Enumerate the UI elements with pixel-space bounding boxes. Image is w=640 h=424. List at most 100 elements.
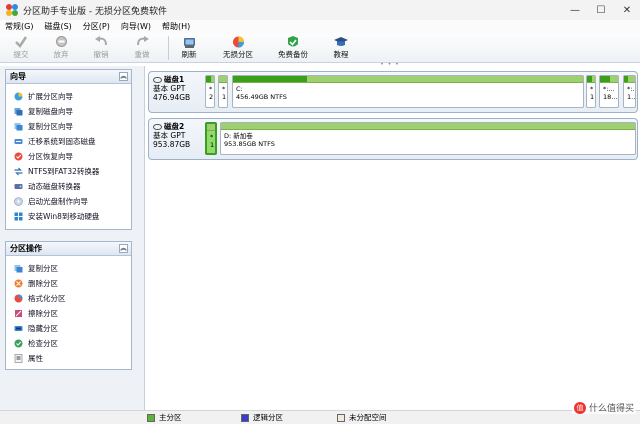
- disk-1-size: 476.94GB: [153, 93, 191, 102]
- disk-1-row[interactable]: 磁盘1 基本 GPT 476.94GB * 2 * 1 C: 456.49GB NTF…: [148, 71, 638, 113]
- op-properties[interactable]: 属性: [6, 351, 131, 366]
- recover-partition-icon: [14, 152, 23, 161]
- lossless-partition-button[interactable]: 无损分区: [218, 34, 258, 60]
- hide-partition-icon: [14, 324, 23, 333]
- redo-button[interactable]: 重做: [129, 34, 155, 60]
- wizard-item-label: 迁移系统到固态磁盘: [28, 137, 96, 146]
- wipe-partition-icon: [14, 309, 23, 318]
- partition-letter: *: [590, 85, 594, 93]
- op-label: 检查分区: [28, 339, 58, 348]
- legend-unallocated-label: 未分配空间: [349, 413, 387, 422]
- wizard-item-dynamic-disk[interactable]: 动态磁盘转换器: [6, 179, 131, 194]
- undo-icon: [94, 34, 109, 49]
- legend-primary: 主分区: [147, 412, 182, 423]
- backup-icon: [285, 34, 301, 49]
- discard-button[interactable]: 放弃: [48, 34, 74, 60]
- wizard-item-recover-partition[interactable]: 分区恢复向导: [6, 149, 131, 164]
- redo-icon: [135, 34, 150, 49]
- minimize-button[interactable]: —: [562, 0, 588, 20]
- usage-bar: [207, 124, 215, 131]
- disk-2-partition-selected[interactable]: * 1: [205, 122, 217, 155]
- wizard-panel-title: 向导: [10, 72, 26, 81]
- menu-disk[interactable]: 磁盘(S): [44, 21, 71, 32]
- disk-2-row[interactable]: 磁盘2 基本 GPT 953.87GB * 1 D: 新加卷 953.85GB NT…: [148, 118, 638, 160]
- menu-general[interactable]: 常规(G): [5, 21, 33, 32]
- wizard-item-win8-to-go[interactable]: 安装Win8到移动硬盘: [6, 209, 131, 224]
- disk-1-partition-c[interactable]: C: 456.49GB NTFS: [232, 75, 584, 108]
- op-hide-partition[interactable]: 隐藏分区: [6, 321, 131, 336]
- op-copy-partition[interactable]: 复制分区: [6, 261, 131, 276]
- op-label: 删除分区: [28, 279, 58, 288]
- disk-1-partition[interactable]: *:... 18...: [599, 75, 619, 108]
- refresh-button[interactable]: 刷新: [176, 34, 202, 60]
- wizard-item-ntfs-fat32[interactable]: NTFS到FAT32转换器: [6, 164, 131, 179]
- copy-partition-icon: [14, 264, 23, 273]
- usage-bar: [206, 76, 214, 83]
- app-logo-icon: [6, 4, 18, 16]
- op-label: 格式化分区: [28, 294, 66, 303]
- menu-bar: 常规(G) 磁盘(S) 分区(P) 向导(W) 帮助(H): [0, 20, 640, 33]
- dynamic-disk-icon: [14, 182, 23, 191]
- legend-logical-label: 逻辑分区: [253, 413, 283, 422]
- disk-1-type: 基本 GPT: [153, 84, 186, 93]
- commit-button[interactable]: 提交: [8, 34, 34, 60]
- partition-size: 1...: [627, 93, 635, 101]
- op-label: 擦除分区: [28, 309, 58, 318]
- tutorial-button[interactable]: 教程: [326, 34, 356, 60]
- disk-2-info: 磁盘2 基本 GPT 953.87GB: [153, 122, 190, 149]
- disk-1-partition[interactable]: *:...1...: [623, 75, 636, 108]
- usage-bar: [233, 76, 583, 83]
- free-backup-button[interactable]: 免费备份: [273, 34, 313, 60]
- op-check-partition[interactable]: 检查分区: [6, 336, 131, 351]
- disk-2-partition-d[interactable]: D: 新加卷 953.85GB NTFS: [220, 122, 636, 155]
- legend-primary-label: 主分区: [159, 413, 182, 422]
- usage-fill: [587, 76, 592, 82]
- check-partition-icon: [14, 339, 23, 348]
- watermark-text: 什么值得买: [588, 404, 634, 414]
- wizard-item-boot-cd[interactable]: 启动光盘制作向导: [6, 194, 131, 209]
- usage-bar: [600, 76, 618, 83]
- watermark-logo-icon: 值: [573, 401, 586, 414]
- collapse-chevron-icon[interactable]: ︽: [119, 244, 128, 253]
- menu-partition[interactable]: 分区(P): [83, 21, 110, 32]
- disk-1-info: 磁盘1 基本 GPT 476.94GB: [153, 75, 190, 102]
- op-delete-partition[interactable]: 删除分区: [6, 276, 131, 291]
- partition-size: 1: [590, 93, 595, 101]
- disk-1-partition[interactable]: * 2: [205, 75, 215, 108]
- legend-logical: 逻辑分区: [241, 412, 283, 423]
- menu-help[interactable]: 帮助(H): [162, 21, 190, 32]
- disk-1-partition[interactable]: * 1: [586, 75, 596, 108]
- op-label: 复制分区: [28, 264, 58, 273]
- wizard-panel-header[interactable]: 向导 ︽: [6, 70, 131, 84]
- ops-panel-title: 分区操作: [10, 244, 42, 253]
- primary-swatch: [147, 413, 155, 422]
- convert-icon: [14, 167, 23, 176]
- partition-size: 2: [209, 93, 214, 101]
- close-button[interactable]: ✕: [614, 0, 640, 20]
- wizard-item-copy-disk[interactable]: 复制磁盘向导: [6, 104, 131, 119]
- menu-wizard[interactable]: 向导(W): [121, 21, 151, 32]
- partition-letter: C:: [236, 85, 243, 93]
- migrate-ssd-icon: [14, 137, 23, 146]
- wizard-item-label: 分区恢复向导: [28, 152, 73, 161]
- delete-partition-icon: [14, 279, 23, 288]
- disk-icon: [153, 76, 162, 83]
- wizard-item-extend-partition[interactable]: 扩展分区向导: [6, 89, 131, 104]
- refresh-icon: [182, 34, 197, 49]
- op-wipe-partition[interactable]: 擦除分区: [6, 306, 131, 321]
- maximize-button[interactable]: ☐: [588, 0, 614, 20]
- usage-fill: [206, 76, 211, 82]
- disk-2-name: 磁盘2: [164, 122, 185, 131]
- undo-button[interactable]: 撤销: [88, 34, 114, 60]
- collapse-chevron-icon[interactable]: ︽: [119, 72, 128, 81]
- wizard-item-label: 扩展分区向导: [28, 92, 73, 101]
- wizard-item-copy-partition[interactable]: 复制分区向导: [6, 119, 131, 134]
- copy-partition-icon: [14, 122, 23, 131]
- ops-panel-header[interactable]: 分区操作 ︽: [6, 242, 131, 256]
- usage-bar: [221, 123, 635, 130]
- wizard-item-migrate-ssd[interactable]: 迁移系统到固态磁盘: [6, 134, 131, 149]
- title-bar: 分区助手专业版 - 无损分区免费软件 — ☐ ✕: [0, 0, 640, 20]
- disk-1-partition[interactable]: * 1: [218, 75, 228, 108]
- op-format-partition[interactable]: 格式化分区: [6, 291, 131, 306]
- win8-usb-icon: [14, 212, 23, 221]
